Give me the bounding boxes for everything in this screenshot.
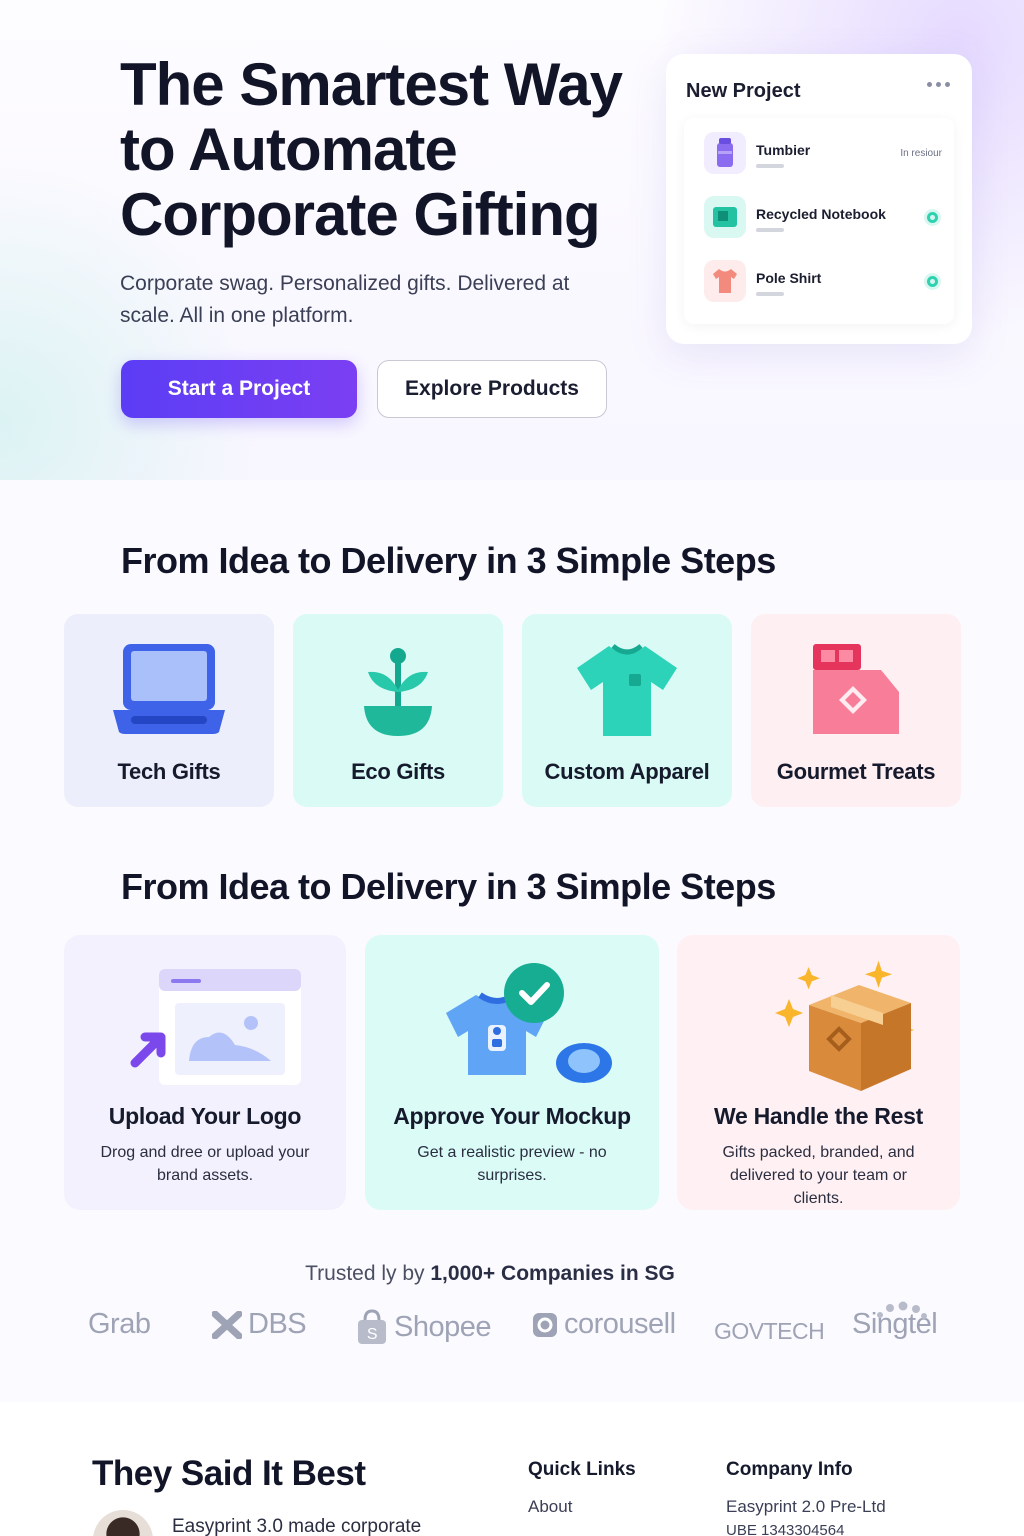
dbs-logo: DBS (212, 1308, 307, 1341)
step-card-handle-rest: We Handle the Rest Gifts packed, branded… (677, 935, 960, 1210)
footer: They Said It Best Easyprint 3.0 made cor… (0, 1402, 1024, 1536)
mockup-approval-icon (365, 955, 659, 1105)
new-project-card: New Project Tumbier In resiour Recycled … (666, 54, 972, 344)
avatar (93, 1510, 153, 1536)
upload-image-icon (64, 955, 346, 1105)
step-card-approve-mockup: Approve Your Mockup Get a realistic prev… (365, 935, 659, 1210)
gift-box-icon (751, 640, 961, 740)
tumbler-icon (704, 132, 746, 174)
category-label: Eco Gifts (351, 759, 445, 784)
step-card-upload-logo: Upload Your Logo Drog and dree or upload… (64, 935, 346, 1210)
project-item[interactable]: Recycled Notebook (684, 182, 954, 246)
step-title: We Handle the Rest (714, 1103, 923, 1129)
step-description: Drog and dree or upload your brand asset… (100, 1144, 310, 1184)
footer-link-about[interactable]: About (528, 1497, 572, 1517)
status-dot-icon (927, 276, 938, 287)
package-box-icon (677, 955, 960, 1105)
shirt-icon (704, 260, 746, 302)
category-card-gourmet-treats[interactable]: Gourmet Treats (751, 614, 961, 807)
start-project-button[interactable]: Start a Project (121, 360, 357, 418)
step-description: Gifts packed, branded, and delivered to … (722, 1144, 915, 1207)
logo-text: DBS (248, 1308, 307, 1340)
trusted-by-text: Trusted ly by 1,000+ Companies in SG (0, 1262, 980, 1286)
trusted-highlight: 1,000+ Companies in SG (430, 1262, 675, 1285)
project-item-name: Tumbier (756, 142, 811, 158)
category-card-eco-gifts[interactable]: Eco Gifts (293, 614, 503, 807)
step-description: Get a realistic preview - no surprises. (417, 1144, 607, 1184)
testimonial-quote: Easyprint 3.0 made corporate (172, 1516, 422, 1536)
category-label: Custom Apparel (544, 759, 710, 784)
tshirt-icon (522, 640, 732, 740)
category-card-custom-apparel[interactable]: Custom Apparel (522, 614, 732, 807)
company-name: Easyprint 2.0 Pre-Ltd (726, 1497, 886, 1516)
notebook-icon (704, 196, 746, 238)
company-uen: UBE 1343304564 (726, 1522, 845, 1536)
category-label: Gourmet Treats (776, 759, 936, 784)
project-item-status: In resiour (900, 148, 942, 159)
project-item[interactable]: Tumbier In resiour (684, 118, 954, 182)
logo-text: Shopee (394, 1310, 492, 1343)
more-options-icon[interactable] (927, 82, 950, 87)
logo-text: Grab (88, 1308, 151, 1340)
progress-bar (756, 292, 784, 296)
steps-title: From Idea to Delivery in 3 Simple Steps (121, 866, 776, 907)
shopee-logo: S Shopee (356, 1308, 492, 1346)
hero-section: The Smartest Way to Automate Corporate G… (0, 0, 1024, 480)
hero-subtitle: Corporate swag. Personalized gifts. Deli… (120, 272, 570, 327)
plant-icon (293, 640, 503, 740)
trusted-prefix: Trusted ly by (305, 1262, 431, 1285)
quick-links-title: Quick Links (528, 1459, 636, 1480)
carousell-logo: corousell (532, 1308, 676, 1341)
company-info-title: Company Info (726, 1459, 853, 1480)
category-label: Tech Gifts (117, 759, 221, 784)
govtech-logo: GOVTECH (714, 1318, 825, 1345)
status-dot-icon (927, 212, 938, 223)
project-item-list: Tumbier In resiour Recycled Notebook Pol… (684, 118, 954, 324)
project-item-name: Recycled Notebook (756, 206, 886, 222)
project-item-name: Pole Shirt (756, 270, 822, 286)
svg-text:S: S (367, 1326, 377, 1343)
categories-title: From Idea to Delivery in 3 Simple Steps (121, 540, 776, 581)
category-card-tech-gifts[interactable]: Tech Gifts (64, 614, 274, 807)
hero-title: The Smartest Way to Automate Corporate G… (120, 51, 623, 248)
project-card-title: New Project (686, 80, 801, 102)
laptop-icon (64, 640, 274, 740)
testimonials-title: They Said It Best (92, 1454, 366, 1493)
singtel-dots-icon (877, 1301, 927, 1319)
step-title: Approve Your Mockup (393, 1103, 631, 1129)
progress-bar (756, 228, 784, 232)
progress-bar (756, 164, 784, 168)
logo-text: corousell (564, 1308, 676, 1340)
step-title: Upload Your Logo (108, 1103, 302, 1129)
logo-text: GOVTECH (714, 1318, 825, 1344)
project-item[interactable]: Pole Shirt (684, 246, 954, 310)
grab-logo: Grab (88, 1308, 151, 1341)
explore-products-button[interactable]: Explore Products (377, 360, 607, 418)
